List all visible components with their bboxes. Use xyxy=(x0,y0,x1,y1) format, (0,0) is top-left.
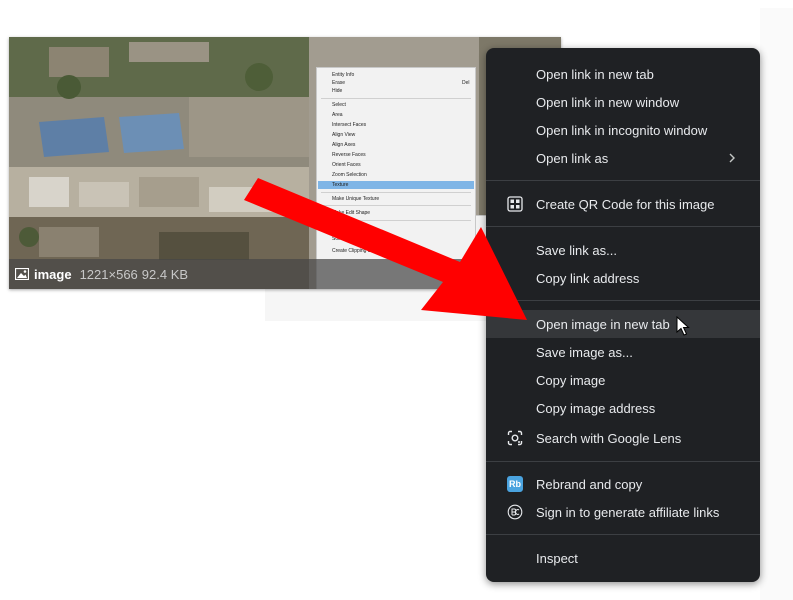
menu-item-open-link-new-window[interactable]: Open link in new window xyxy=(486,88,760,116)
menu-item-affiliate-links[interactable]: Sign in to generate affiliate links xyxy=(486,498,760,526)
menu-item-save-image-as[interactable]: Save image as... xyxy=(486,338,760,366)
menu-separator xyxy=(486,534,760,535)
embedded-menu-item: Area xyxy=(332,112,343,118)
menu-item-label: Create QR Code for this image xyxy=(536,196,715,212)
menu-item-label: Copy image address xyxy=(536,400,656,416)
page-background-right xyxy=(760,8,793,600)
affiliate-icon xyxy=(507,504,523,520)
menu-item-label: Copy image xyxy=(536,372,606,388)
embedded-menu-item: Select xyxy=(332,102,346,108)
menu-item-label: Inspect xyxy=(536,550,578,566)
embedded-menu-separator xyxy=(321,192,471,193)
embedded-menu-item: Orient Faces xyxy=(332,162,361,168)
embedded-menu-item: Entity Info xyxy=(332,72,355,78)
embedded-menu-item: Make Edit Shape xyxy=(332,210,371,216)
menu-item-label: Copy link address xyxy=(536,270,640,286)
menu-item-open-image-new-tab[interactable]: Open image in new tab xyxy=(486,310,760,338)
menu-item-label: Open link as xyxy=(536,150,609,166)
embedded-menu-item: Make Unique Texture xyxy=(332,196,380,202)
menu-item-open-link-new-tab[interactable]: Open link in new tab xyxy=(486,60,760,88)
embedded-menu-item: Align Axes xyxy=(332,142,356,148)
image-dimensions: 1221×566 xyxy=(79,266,138,282)
menu-item-copy-image-address[interactable]: Copy image address xyxy=(486,394,760,422)
embedded-menu-item: Align View xyxy=(332,132,356,138)
embedded-menu-item: Zoom Selection xyxy=(332,172,367,178)
image-file-name: image xyxy=(34,266,72,282)
image-file-size: 92.4 KB xyxy=(141,266,189,282)
menu-item-open-link-incognito[interactable]: Open link in incognito window xyxy=(486,116,760,144)
menu-item-label: Sign in to generate affiliate links xyxy=(536,504,720,520)
embedded-menu-separator xyxy=(321,220,471,221)
image-info-bar: image 1221×566 92.4 KB xyxy=(9,259,561,289)
menu-item-label: Search with Google Lens xyxy=(536,430,682,446)
embedded-menu-item: Erase xyxy=(332,80,346,86)
menu-item-create-qr-code[interactable]: Create QR Code for this image xyxy=(486,190,760,218)
menu-item-label: Save link as... xyxy=(536,242,617,258)
image-icon xyxy=(15,268,29,280)
image-thumbnail[interactable]: Entity Info Erase Del Hide Select Area I… xyxy=(9,37,561,289)
embedded-menu-separator xyxy=(321,98,471,99)
menu-item-inspect[interactable]: Inspect xyxy=(486,544,760,572)
embedded-menu-item: Reverse Faces xyxy=(332,152,366,158)
menu-item-rebrand-and-copy[interactable]: Rb Rebrand and copy xyxy=(486,470,760,498)
menu-item-label: Open image in new tab xyxy=(536,316,670,332)
menu-item-open-link-as[interactable]: Open link as xyxy=(486,144,760,172)
google-lens-icon xyxy=(507,430,523,446)
menu-item-save-link-as[interactable]: Save link as... xyxy=(486,236,760,264)
menu-item-label: Save image as... xyxy=(536,344,633,360)
embedded-menu-item: Intersect xyxy=(332,224,352,230)
menu-item-copy-link-address[interactable]: Copy link address xyxy=(486,264,760,292)
page-background xyxy=(0,0,630,36)
menu-item-label: Open link in new window xyxy=(536,94,680,110)
embedded-menu-item: Texture xyxy=(332,182,349,188)
menu-item-label: Open link in new tab xyxy=(536,66,654,82)
embedded-menu-item: Solid xyxy=(332,236,344,242)
embedded-menu-shortcut: Del xyxy=(462,80,470,86)
menu-item-label: Rebrand and copy xyxy=(536,476,643,492)
embedded-menu-item: Intersect Faces xyxy=(332,122,367,128)
mouse-cursor-icon xyxy=(676,316,690,336)
menu-separator xyxy=(486,226,760,227)
menu-item-search-google-lens[interactable]: Search with Google Lens xyxy=(486,424,760,452)
embedded-screenshot-menu: Entity Info Erase Del Hide Select Area I… xyxy=(316,67,476,289)
menu-separator xyxy=(486,461,760,462)
qr-code-icon xyxy=(507,196,523,212)
rebrandly-icon: Rb xyxy=(507,476,523,492)
embedded-menu-item: Hide xyxy=(332,88,343,94)
embedded-menu-item: Create Clipping Boundary xyxy=(332,248,390,254)
chevron-right-icon xyxy=(729,153,735,163)
menu-separator xyxy=(486,180,760,181)
menu-item-copy-image[interactable]: Copy image xyxy=(486,366,760,394)
context-menu: Open link in new tab Open link in new wi… xyxy=(486,48,760,582)
menu-separator xyxy=(486,300,760,301)
embedded-menu-separator xyxy=(321,205,471,206)
menu-item-label: Open link in incognito window xyxy=(536,122,708,138)
page-background-strip xyxy=(265,289,490,321)
